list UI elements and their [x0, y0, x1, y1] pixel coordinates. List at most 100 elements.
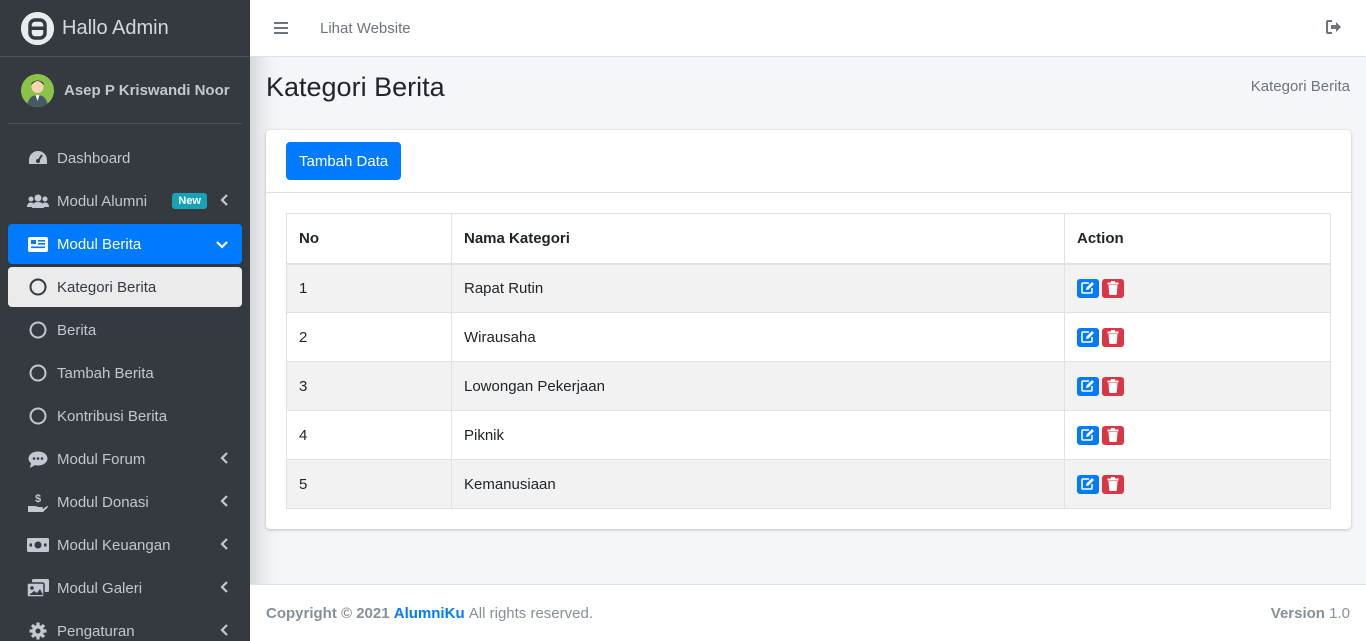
copyright-text: Copyright © 2021	[266, 604, 390, 622]
new-badge: New	[172, 193, 207, 209]
chevron-down-icon	[216, 236, 228, 252]
sidebar-item-modul-donasi[interactable]: $ Modul Donasi	[8, 482, 242, 522]
cell-no: 2	[286, 312, 452, 362]
column-header-nama-kategori[interactable]: Nama Kategori	[451, 213, 1065, 265]
sidebar-item-label: Modul Donasi	[57, 493, 149, 511]
sidebar-item-label: Modul Berita	[57, 235, 142, 253]
column-header-no[interactable]: No	[286, 213, 452, 265]
sidebar-item-pengaturan[interactable]: Pengaturan	[8, 611, 242, 641]
version-label: Version	[1270, 604, 1325, 622]
edit-icon[interactable]	[1077, 425, 1099, 445]
circle-icon	[27, 276, 49, 298]
edit-icon[interactable]	[1077, 327, 1099, 347]
edit-icon[interactable]	[1077, 474, 1099, 494]
cell-nama-kategori: Kemanusiaan	[451, 459, 1065, 509]
sidebar-item-modul-keuangan[interactable]: Modul Keuangan	[8, 525, 242, 565]
sidebar-item-dashboard[interactable]: Dashboard	[8, 138, 242, 178]
table-row: 3 Lowongan Pekerjaan	[286, 361, 1331, 411]
cell-no: 1	[286, 263, 452, 313]
table-row: 2 Wirausaha	[286, 312, 1331, 362]
cell-nama-kategori: Piknik	[451, 410, 1065, 460]
delete-icon[interactable]	[1102, 425, 1124, 445]
svg-text:$: $	[35, 493, 41, 505]
avatar	[21, 73, 54, 107]
delete-icon[interactable]	[1102, 474, 1124, 494]
brand-link[interactable]: Hallo Admin	[0, 0, 250, 57]
chevron-left-icon	[220, 623, 228, 639]
delete-icon[interactable]	[1102, 376, 1124, 396]
cell-nama-kategori: Lowongan Pekerjaan	[451, 361, 1065, 411]
sidebar-item-label: Modul Galeri	[57, 579, 143, 597]
cell-action	[1064, 263, 1331, 313]
sidebar-item-berita[interactable]: Berita	[8, 310, 242, 350]
sidebar-item-kontribusi-berita[interactable]: Kontribusi Berita	[8, 396, 242, 436]
cell-action	[1064, 361, 1331, 411]
brand-logo-icon	[21, 11, 54, 45]
comment-icon	[27, 448, 49, 470]
view-website-link[interactable]: Lihat Website	[320, 20, 411, 37]
table-row: 4 Piknik	[286, 410, 1331, 460]
add-data-button[interactable]: Tambah Data	[286, 142, 402, 180]
chevron-left-icon	[220, 537, 228, 553]
footer-brand-a: Alumni	[393, 604, 445, 622]
money-icon	[27, 534, 49, 556]
sidebar: Hallo Admin Asep P Kriswandi Noor Dashbo…	[0, 0, 250, 641]
card-body: No Nama Kategori Action 1 Rapat Rutin 2 …	[266, 193, 1351, 529]
table-row: 5 Kemanusiaan	[286, 459, 1331, 509]
chevron-left-icon	[220, 193, 228, 209]
dashboard-icon	[27, 147, 49, 169]
circle-icon	[27, 405, 49, 427]
sidebar-item-modul-forum[interactable]: Modul Forum	[8, 439, 242, 479]
user-panel[interactable]: Asep P Kriswandi Noor	[8, 57, 242, 124]
edit-icon[interactable]	[1077, 376, 1099, 396]
cell-no: 5	[286, 459, 452, 509]
sidebar-item-modul-berita[interactable]: Modul Berita	[8, 224, 242, 264]
sidebar-item-kategori-berita[interactable]: Kategori Berita	[8, 267, 242, 307]
footer-brand-link[interactable]: AlumniKu	[394, 605, 465, 622]
sidebar-item-label: Kategori Berita	[57, 278, 157, 296]
card-header: Tambah Data	[266, 130, 1351, 193]
category-table: No Nama Kategori Action 1 Rapat Rutin 2 …	[286, 213, 1331, 509]
chevron-left-icon	[220, 451, 228, 467]
sidebar-item-label: Modul Forum	[57, 450, 146, 468]
sidebar-item-label: Tambah Berita	[57, 364, 154, 382]
user-name: Asep P Kriswandi Noor	[64, 81, 230, 99]
sidebar-item-label: Modul Keuangan	[57, 536, 171, 554]
users-icon	[27, 190, 49, 212]
logout-icon[interactable]	[1326, 20, 1342, 39]
sidebar-item-label: Berita	[57, 321, 97, 339]
cell-action	[1064, 410, 1331, 460]
cell-action	[1064, 459, 1331, 509]
sidebar-item-label: Dashboard	[57, 149, 131, 167]
cell-action	[1064, 312, 1331, 362]
circle-icon	[27, 362, 49, 384]
content-header: Kategori Berita Kategori Berita	[266, 72, 1350, 103]
sidebar-item-label: Kontribusi Berita	[57, 407, 168, 425]
sidebar-item-modul-galeri[interactable]: Modul Galeri	[8, 568, 242, 608]
category-card: Tambah Data No Nama Kategori Action 1 Ra…	[266, 130, 1351, 529]
donate-icon: $	[27, 491, 49, 513]
breadcrumb: Kategori Berita	[1250, 78, 1350, 95]
chevron-left-icon	[220, 580, 228, 596]
chevron-left-icon	[220, 494, 228, 510]
cell-no: 4	[286, 410, 452, 460]
version-number: 1.0	[1329, 604, 1350, 622]
menu-toggle-icon[interactable]	[274, 22, 288, 34]
sidebar-item-label: Pengaturan	[57, 622, 135, 640]
circle-icon	[27, 319, 49, 341]
delete-icon[interactable]	[1102, 278, 1124, 298]
news-icon	[27, 233, 49, 255]
footer-brand-b: Ku	[444, 604, 465, 622]
page-title: Kategori Berita	[266, 72, 445, 102]
top-navbar: Lihat Website	[250, 0, 1366, 57]
delete-icon[interactable]	[1102, 327, 1124, 347]
table-row: 1 Rapat Rutin	[286, 263, 1331, 313]
brand-title: Hallo Admin	[62, 16, 169, 39]
gallery-icon	[27, 577, 49, 599]
sidebar-item-tambah-berita[interactable]: Tambah Berita	[8, 353, 242, 393]
sidebar-item-modul-alumni[interactable]: Modul Alumni New	[8, 181, 242, 221]
cell-no: 3	[286, 361, 452, 411]
cell-nama-kategori: Rapat Rutin	[451, 263, 1065, 313]
edit-icon[interactable]	[1077, 278, 1099, 298]
table-header-row: No Nama Kategori Action	[286, 213, 1331, 265]
